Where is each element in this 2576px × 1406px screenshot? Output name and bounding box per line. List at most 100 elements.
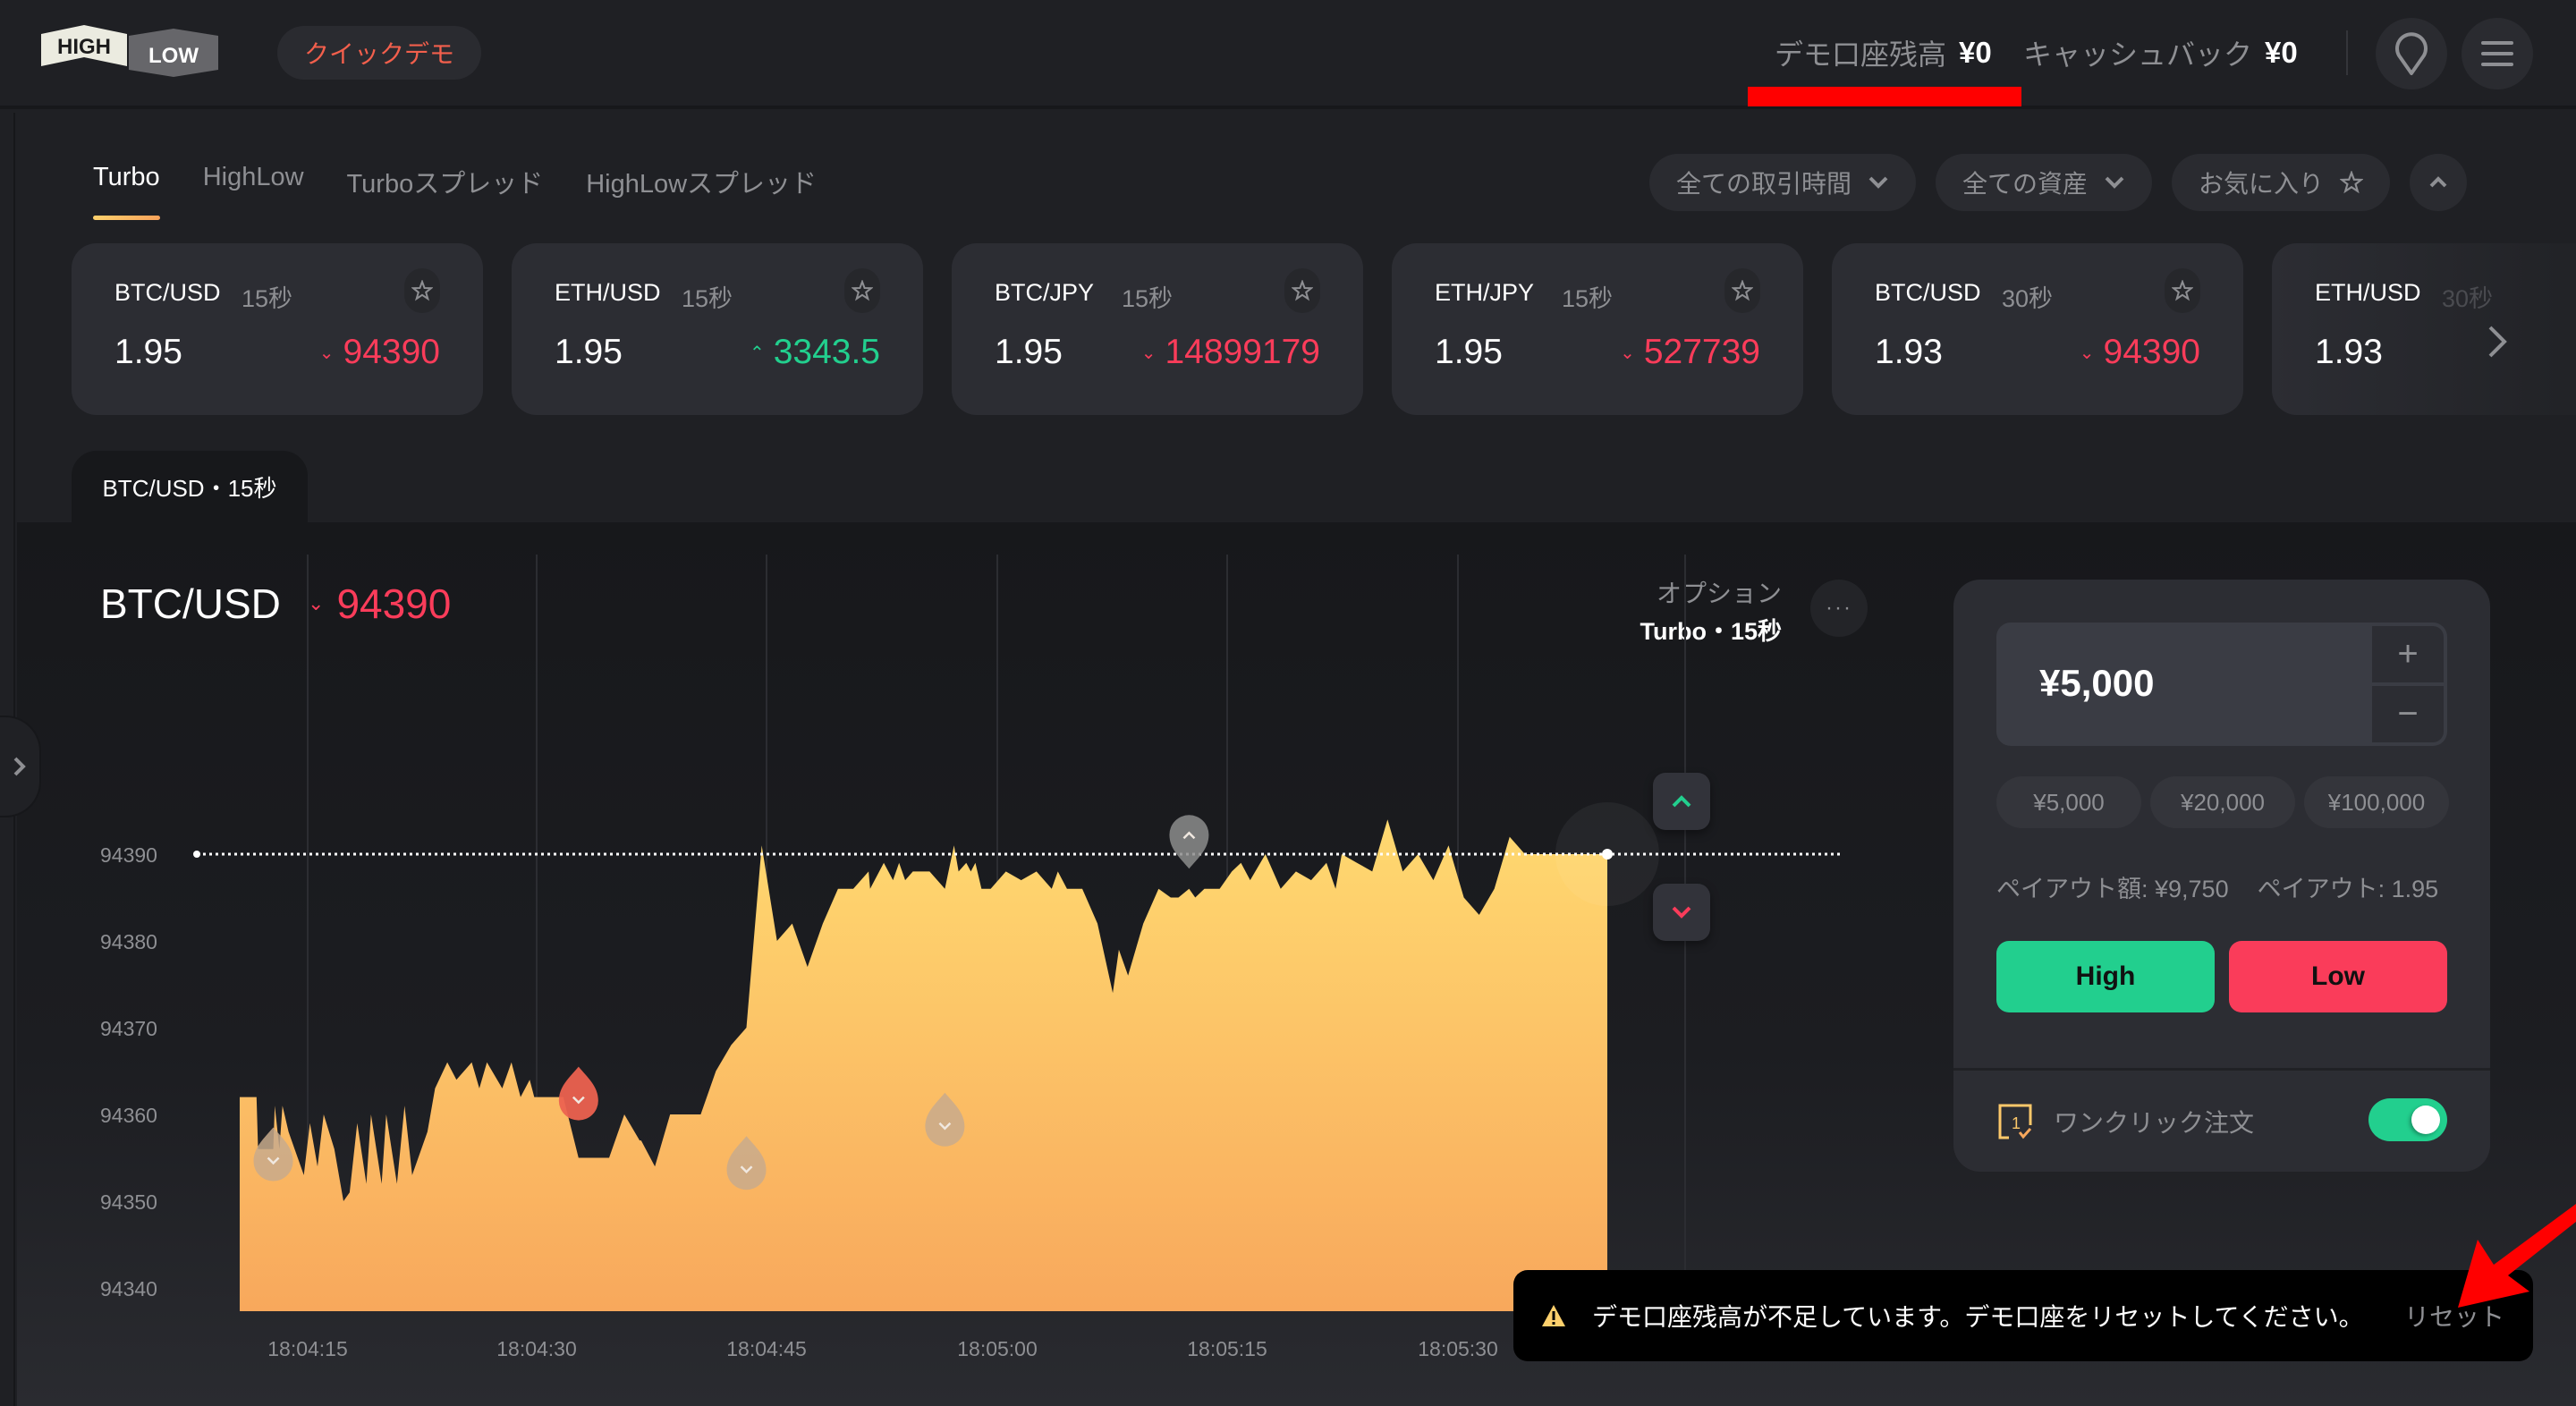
minus-icon: −	[2397, 694, 2419, 733]
payout-rate: ペイアウト: 1.95	[2257, 876, 2439, 902]
demo-balance-label: デモ口座残高	[1775, 38, 1947, 71]
amount-input[interactable]: ¥5,000 + −	[1996, 623, 2447, 746]
amount-stepper: + −	[2372, 626, 2444, 742]
asset-card[interactable]: ETH/JPY 15秒 1.95 ⌄ 527739	[1392, 243, 1803, 415]
asset-price: ⌄ 527739	[1620, 333, 1760, 372]
asset-current-price: ⌄ 94390	[308, 580, 451, 628]
trading-time-label: 全ての取引時間	[1676, 170, 1852, 198]
asset-card[interactable]: BTC/JPY 15秒 1.95 ⌄ 14899179	[952, 243, 1363, 415]
one-click-icon: 1	[1998, 1104, 2032, 1139]
ellipsis-icon: ···	[1826, 596, 1852, 620]
chevron-up-icon	[1672, 795, 1691, 808]
asset-price-value: 3343.5	[773, 333, 880, 371]
down-arrow-icon: ⌄	[308, 592, 325, 614]
hamburger-menu-icon	[2481, 41, 2513, 66]
increment-button[interactable]: +	[2372, 626, 2444, 682]
warning-icon	[1542, 1305, 1565, 1326]
quick-low-button[interactable]	[1653, 884, 1710, 941]
asset-payout: 1.95	[114, 333, 182, 371]
preset-amount-button[interactable]: ¥5,000	[1996, 776, 2141, 828]
down-arrow-icon: ⌄	[1620, 343, 1635, 363]
chart-tab[interactable]: BTC/USD・15秒	[72, 451, 308, 522]
asset-card[interactable]: BTC/USD 15秒 1.95 ⌄ 94390	[72, 243, 483, 415]
preset-amount-button[interactable]: ¥20,000	[2150, 776, 2295, 828]
location-pin-icon	[2395, 32, 2428, 75]
annotation-arrow	[2458, 1204, 2576, 1308]
one-click-toggle[interactable]	[2368, 1098, 2447, 1141]
trading-time-filter[interactable]: 全ての取引時間	[1649, 154, 1917, 211]
favorite-star-icon[interactable]	[404, 268, 440, 313]
favorite-star-icon[interactable]	[1284, 268, 1320, 313]
asset-name: ETH/JPY	[1435, 279, 1535, 306]
one-click-label: ワンクリック注文	[2054, 1109, 2255, 1137]
asset-payout: 1.93	[2315, 333, 2383, 371]
asset-price: ⌄ 94390	[2080, 333, 2200, 372]
more-options-button[interactable]: ···	[1810, 580, 1868, 637]
favorite-star-icon[interactable]	[844, 268, 880, 313]
svg-text:HIGH: HIGH	[57, 35, 111, 59]
svg-text:LOW: LOW	[148, 44, 199, 68]
asset-price-value: 527739	[1643, 333, 1760, 371]
annotation-underline	[1748, 87, 2021, 106]
high-button[interactable]: High	[1996, 941, 2215, 1012]
plus-icon: +	[2397, 634, 2419, 673]
quick-high-button[interactable]	[1653, 773, 1710, 830]
top-header: HIGH LOW クイックデモ デモ口座残高 ¥0 キャッシュバック ¥0	[0, 0, 2576, 109]
assets-label: 全ての資産	[1962, 170, 2089, 198]
down-arrow-icon: ⌄	[318, 343, 335, 363]
down-arrow-icon: ⌄	[2079, 343, 2095, 363]
assets-filter[interactable]: 全ての資産	[1936, 154, 2153, 211]
tab-turbo-spread[interactable]: Turboスプレッド	[347, 163, 544, 220]
favorite-star-icon[interactable]	[1724, 268, 1760, 313]
collapse-button[interactable]	[2410, 154, 2468, 211]
tab-highlow-spread[interactable]: HighLowスプレッド	[586, 163, 817, 220]
tab-highlow[interactable]: HighLow	[203, 163, 304, 220]
location-button[interactable]	[2376, 18, 2447, 89]
amount-value[interactable]: ¥5,000	[2039, 662, 2154, 705]
demo-balance-value: ¥0	[1959, 36, 1992, 69]
asset-name: BTC/USD	[1875, 279, 1981, 306]
asset-duration: 15秒	[682, 285, 733, 312]
menu-button[interactable]	[2462, 18, 2533, 89]
tab-turbo[interactable]: Turbo	[93, 163, 160, 220]
cashback: キャッシュバック ¥0	[2023, 32, 2298, 73]
insufficient-balance-toast: デモ口座残高が不足しています。デモ口座をリセットしてください。 リセット	[1513, 1270, 2533, 1361]
chevron-up-icon	[2429, 176, 2447, 188]
favorite-star-icon[interactable]	[2165, 268, 2200, 313]
option-label: オプション	[1656, 580, 1782, 607]
up-arrow-icon: ⌃	[749, 343, 765, 363]
low-button[interactable]: Low	[2229, 941, 2447, 1012]
asset-payout: 1.95	[555, 333, 623, 371]
asset-price: ⌄ 14899179	[1141, 333, 1320, 372]
demo-balance: デモ口座残高 ¥0	[1775, 32, 1992, 73]
cashback-label: キャッシュバック	[2023, 38, 2253, 71]
panel-divider	[1953, 1068, 2490, 1071]
asset-payout: 1.95	[995, 333, 1063, 371]
high-low-buttons: High Low	[1996, 941, 2447, 1012]
filters: 全ての取引時間 全ての資産 お気に入り	[1649, 154, 2468, 211]
asset-price-value: 14899179	[1165, 333, 1320, 371]
favorites-filter[interactable]: お気に入り	[2172, 154, 2391, 211]
trade-panel: ¥5,000 + − ¥5,000 ¥20,000 ¥100,000 ペイアウト…	[1953, 580, 2490, 1172]
one-click-order: 1 ワンクリック注文	[1996, 1102, 2254, 1141]
option-type-tabs: Turbo HighLow Turboスプレッド HighLowスプレッド	[93, 163, 817, 220]
asset-card[interactable]: ETH/USD 15秒 1.95 ⌃ 3343.5	[512, 243, 923, 415]
asset-duration: 15秒	[1562, 285, 1614, 312]
favorites-label: お気に入り	[2199, 170, 2325, 198]
decrement-button[interactable]: −	[2372, 686, 2444, 742]
asset-price-value: 94390	[2103, 333, 2200, 371]
asset-name: ETH/USD	[2315, 279, 2421, 306]
asset-duration: 15秒	[1122, 285, 1174, 312]
asset-title: BTC/USD	[100, 580, 281, 627]
highlow-logo[interactable]: HIGH LOW	[41, 25, 220, 80]
asset-name: BTC/JPY	[995, 279, 1095, 306]
quick-demo-button[interactable]: クイックデモ	[277, 26, 481, 80]
asset-payout: 1.95	[1435, 333, 1503, 371]
asset-card[interactable]: BTC/USD 30秒 1.93 ⌄ 94390	[1832, 243, 2243, 415]
asset-name: ETH/USD	[555, 279, 661, 306]
carousel-next-icon[interactable]	[2485, 324, 2510, 360]
asset-card[interactable]: ETH/USD 30秒 1.93	[2272, 243, 2576, 415]
preset-amount-button[interactable]: ¥100,000	[2304, 776, 2449, 828]
chevron-down-icon	[1672, 906, 1691, 919]
star-icon	[2340, 171, 2364, 194]
